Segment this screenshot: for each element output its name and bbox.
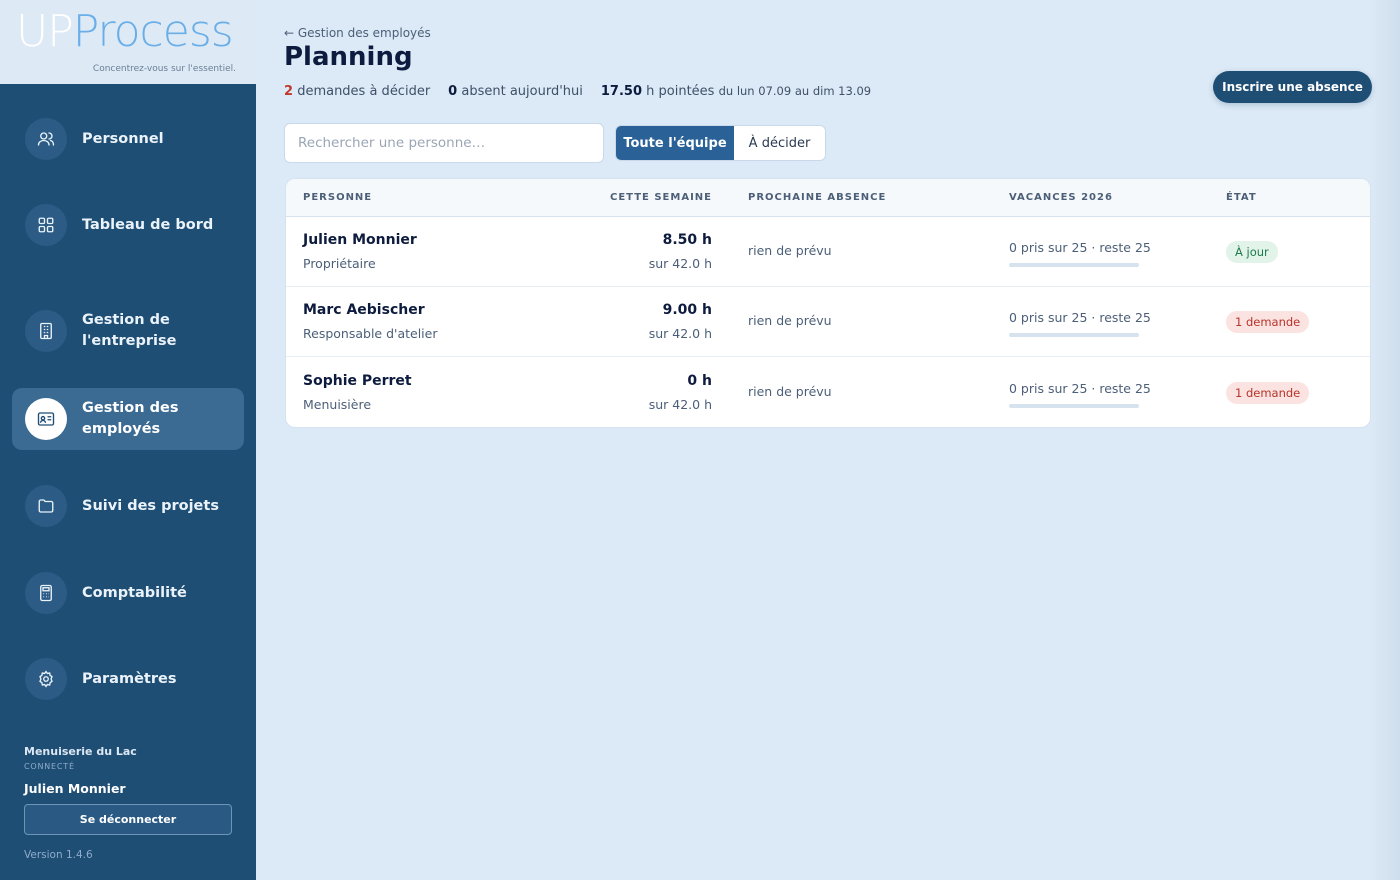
id-card-icon (25, 398, 67, 440)
sidebar-item-label: Suivi des projets (82, 497, 219, 514)
person-role: Menuisière (303, 397, 372, 412)
employees-table: PERSONNE CETTE SEMAINE PROCHAINE ABSENCE… (285, 178, 1371, 428)
column-header-status[interactable]: ÉTAT (1226, 192, 1257, 203)
week-hours-target: sur 42.0 h (648, 326, 712, 341)
tab-whole-team[interactable]: Toute l'équipe (616, 126, 734, 160)
column-header-vacation[interactable]: VACANCES 2026 (1009, 192, 1113, 203)
building-icon (25, 310, 67, 352)
next-absence: rien de prévu (748, 384, 832, 399)
stat-hours: 17.50 h pointées du lun 07.09 au dim 13.… (601, 84, 871, 99)
column-header-next-absence[interactable]: PROCHAINE ABSENCE (748, 192, 886, 203)
logo-area: UPProcess Concentrez-vous sur l'essentie… (0, 0, 256, 84)
week-hours-target: sur 42.0 h (648, 256, 712, 271)
hours-value: 17.50 (600, 84, 642, 99)
search-input[interactable] (284, 123, 604, 163)
stat-requests: 2 demandes à décider (284, 84, 430, 99)
breadcrumb[interactable]: ← Gestion des employés (284, 26, 431, 40)
week-hours-target: sur 42.0 h (648, 397, 712, 412)
person-role: Responsable d'atelier (303, 326, 438, 341)
connected-label: CONNECTÉ (24, 762, 75, 771)
column-header-person[interactable]: PERSONNE (303, 192, 372, 203)
vacation-progress-bar (1009, 263, 1139, 267)
sidebar-item-label: Tableau de bord (82, 216, 214, 233)
user-name: Julien Monnier (24, 781, 126, 796)
sidebar-item-label: Comptabilité (82, 584, 187, 601)
week-hours: 8.50 h (662, 232, 712, 248)
sidebar: UPProcess Concentrez-vous sur l'essentie… (0, 0, 256, 880)
requests-count: 2 (284, 84, 294, 99)
absent-label: absent aujourd'hui (461, 84, 583, 99)
company-name: Menuiserie du Lac (24, 745, 137, 758)
table-row[interactable]: Julien Monnier Propriétaire 8.50 h sur 4… (286, 217, 1370, 287)
hours-period: du lun 07.09 au dim 13.09 (718, 84, 872, 98)
logo-process: Process (72, 6, 234, 57)
vacation-summary: 0 pris sur 25 · reste 25 (1009, 381, 1151, 396)
sidebar-item-label: Paramètres (82, 670, 177, 687)
logo-tagline: Concentrez-vous sur l'essentiel. (92, 64, 236, 74)
status-badge[interactable]: 1 demande (1226, 382, 1310, 404)
version-label: Version 1.4.6 (24, 849, 93, 861)
sidebar-item-dashboard[interactable]: Tableau de bord (12, 194, 244, 256)
sidebar-item-company[interactable]: Gestion de l'entreprise (12, 300, 244, 362)
users-icon (25, 118, 67, 160)
next-absence: rien de prévu (748, 243, 832, 258)
vacation-progress-bar (1009, 404, 1139, 408)
column-header-week[interactable]: CETTE SEMAINE (610, 192, 712, 203)
stat-absent: 0 absent aujourd'hui (448, 84, 583, 99)
sidebar-item-settings[interactable]: Paramètres (12, 648, 244, 710)
requests-label: demandes à décider (297, 84, 431, 99)
status-badge: À jour (1226, 241, 1278, 263)
sidebar-item-personnel[interactable]: Personnel (12, 108, 244, 170)
filter-tabs: Toute l'équipe À décider (615, 125, 826, 161)
page-title: Planning (284, 42, 413, 72)
table-row[interactable]: Sophie Perret Menuisière 0 h sur 42.0 h … (286, 358, 1370, 427)
table-row[interactable]: Marc Aebischer Responsable d'atelier 9.0… (286, 287, 1370, 357)
gear-icon (25, 658, 67, 700)
person-name[interactable]: Julien Monnier (303, 232, 417, 248)
logo[interactable]: UPProcess (16, 6, 234, 58)
dashboard-grid-icon (25, 204, 67, 246)
vacation-summary: 0 pris sur 25 · reste 25 (1009, 310, 1151, 325)
vacation-progress-bar (1009, 333, 1139, 337)
sidebar-item-accounting[interactable]: Comptabilité (12, 562, 244, 624)
add-absence-button[interactable]: Inscrire une absence (1213, 71, 1372, 103)
person-name[interactable]: Marc Aebischer (303, 302, 425, 318)
week-hours: 9.00 h (662, 302, 712, 318)
hours-label: h pointées (646, 84, 715, 99)
logo-up: UP (16, 6, 74, 57)
logout-button[interactable]: Se déconnecter (24, 804, 232, 835)
stats-bar: 2 demandes à décider 0 absent aujourd'hu… (284, 84, 871, 99)
sidebar-item-label: Personnel (82, 130, 164, 147)
table-header: PERSONNE CETTE SEMAINE PROCHAINE ABSENCE… (286, 179, 1370, 217)
absent-count: 0 (448, 84, 458, 99)
next-absence: rien de prévu (748, 313, 832, 328)
vacation-summary: 0 pris sur 25 · reste 25 (1009, 240, 1151, 255)
sidebar-item-projects[interactable]: Suivi des projets (12, 475, 244, 537)
sidebar-item-employees[interactable]: Gestion des employés (12, 388, 244, 450)
sidebar-item-label: Gestion des employés (82, 400, 179, 437)
person-name[interactable]: Sophie Perret (303, 373, 412, 389)
sidebar-item-label: Gestion de l'entreprise (82, 312, 177, 349)
week-hours: 0 h (687, 373, 712, 389)
status-badge[interactable]: 1 demande (1226, 311, 1310, 333)
person-role: Propriétaire (303, 256, 376, 271)
tab-to-decide[interactable]: À décider (734, 126, 825, 160)
window-edge-shadow (1370, 0, 1400, 880)
folder-icon (25, 485, 67, 527)
calculator-icon (25, 572, 67, 614)
